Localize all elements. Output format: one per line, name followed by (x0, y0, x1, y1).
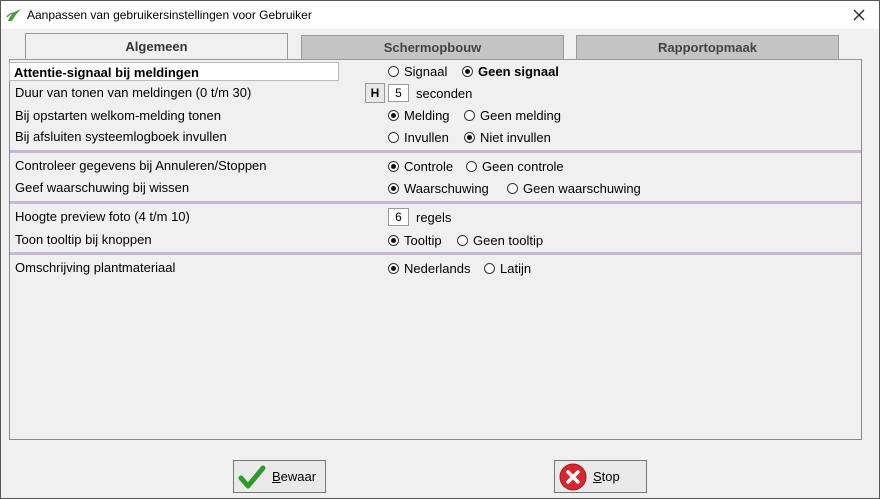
duration-input[interactable]: 5 (388, 84, 409, 102)
radio-circle[interactable] (388, 263, 399, 274)
syslog-invullen-radio[interactable]: Invullen (388, 130, 449, 145)
syslog-label: Bij afsluiten systeemlogboek invullen (15, 129, 227, 144)
window-title: Aanpassen van gebruikersinstellingen voo… (27, 8, 312, 22)
stop-button[interactable]: Stop (554, 460, 647, 493)
warning-geen-waarschuwing-radio[interactable]: Geen waarschuwing (507, 181, 641, 196)
tooltip-label: Toon tooltip bij knoppen (15, 232, 152, 247)
separator (10, 201, 861, 204)
welcome-label: Bij opstarten welkom-melding tonen (15, 108, 221, 123)
radio-circle[interactable] (388, 132, 399, 143)
stop-icon (559, 463, 587, 491)
attention-no-signal-radio[interactable]: Geen signaal (462, 64, 559, 79)
welcome-geen-melding-radio[interactable]: Geen melding (464, 108, 561, 123)
stop-button-label: Stop (593, 469, 620, 484)
preview-input[interactable]: 6 (388, 208, 409, 226)
plant-nederlands-radio[interactable]: Nederlands (388, 261, 471, 276)
tab-schermopbouw[interactable]: Schermopbouw (301, 35, 564, 59)
check-label: Controleer gegevens bij Annuleren/Stoppe… (15, 158, 267, 173)
help-button[interactable]: H (365, 83, 385, 103)
radio-circle[interactable] (388, 161, 399, 172)
radio-circle[interactable] (388, 110, 399, 121)
radio-circle[interactable] (462, 66, 473, 77)
radio-circle[interactable] (464, 132, 475, 143)
close-icon[interactable] (839, 1, 879, 29)
tab-algemeen[interactable]: Algemeen (25, 33, 288, 59)
separator (10, 252, 861, 255)
check-geen-controle-radio[interactable]: Geen controle (466, 159, 564, 174)
preview-unit: regels (416, 210, 452, 225)
radio-circle[interactable] (388, 183, 399, 194)
preview-label: Hoogte preview foto (4 t/m 10) (15, 209, 190, 224)
radio-circle[interactable] (457, 235, 468, 246)
radio-circle[interactable] (388, 235, 399, 246)
plant-latijn-radio[interactable]: Latijn (484, 261, 531, 276)
tooltip-tooltip-radio[interactable]: Tooltip (388, 233, 442, 248)
radio-circle[interactable] (484, 263, 495, 274)
tooltip-geen-tooltip-radio[interactable]: Geen tooltip (457, 233, 543, 248)
duration-unit: seconden (416, 86, 473, 101)
radio-circle[interactable] (388, 66, 399, 77)
app-leaf-icon (6, 7, 22, 23)
tab-rapportopmaak[interactable]: Rapportopmaak (576, 35, 839, 59)
dialog-window: Aanpassen van gebruikersinstellingen voo… (0, 0, 880, 499)
syslog-niet-invullen-radio[interactable]: Niet invullen (464, 130, 551, 145)
attention-signal-radio[interactable]: Signaal (388, 64, 447, 79)
welcome-melding-radio[interactable]: Melding (388, 108, 450, 123)
check-controle-radio[interactable]: Controle (388, 159, 453, 174)
separator (10, 150, 861, 153)
save-button-label: Bewaar (272, 469, 317, 484)
save-button[interactable]: Bewaar (233, 460, 326, 493)
attention-label: Attentie-signaal bij meldingen (9, 62, 339, 81)
warning-waarschuwing-radio[interactable]: Waarschuwing (388, 181, 489, 196)
plant-label: Omschrijving plantmateriaal (15, 260, 176, 275)
radio-circle[interactable] (464, 110, 475, 121)
radio-circle[interactable] (466, 161, 477, 172)
warning-label: Geef waarschuwing bij wissen (15, 180, 190, 195)
checkmark-icon (238, 463, 266, 491)
radio-circle[interactable] (507, 183, 518, 194)
duration-label: Duur van tonen van meldingen (0 t/m 30) (15, 85, 252, 100)
title-bar: Aanpassen van gebruikersinstellingen voo… (1, 1, 879, 29)
